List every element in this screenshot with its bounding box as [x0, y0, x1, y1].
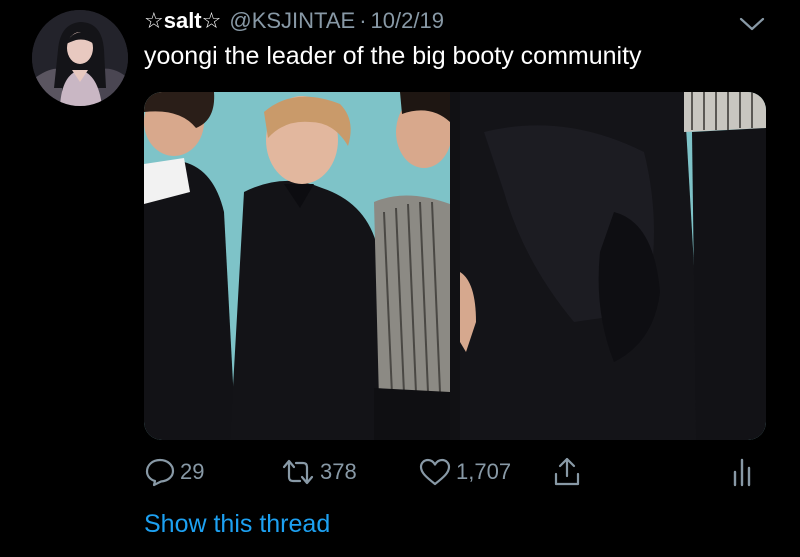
like-count: 1,707 [456, 459, 512, 484]
more-options-button[interactable] [738, 14, 766, 34]
heart-icon [419, 458, 451, 486]
display-name[interactable]: ☆salt☆ [144, 8, 221, 34]
retweet-icon [282, 459, 314, 485]
avatar-image [32, 10, 128, 106]
tweet-header: ☆salt☆ @KSJINTAE · 10/2/19 [144, 8, 444, 38]
share-icon [554, 457, 580, 486]
reply-count: 29 [180, 459, 205, 484]
reply-icon [145, 458, 175, 487]
photo-right [460, 92, 766, 440]
media-photos [144, 92, 766, 440]
like-button[interactable]: 1,707 [418, 452, 511, 492]
analytics-button[interactable] [730, 452, 756, 492]
reply-button[interactable]: 29 [144, 452, 204, 492]
analytics-icon [733, 458, 751, 487]
chevron-down-icon [739, 17, 765, 31]
show-thread-link[interactable]: Show this thread [144, 510, 330, 539]
separator-dot: · [359, 8, 367, 33]
user-handle[interactable]: @KSJINTAE [229, 8, 355, 34]
tweet-media[interactable] [144, 92, 766, 440]
retweet-count: 378 [320, 459, 357, 484]
photo-left [144, 92, 452, 440]
share-button[interactable] [552, 452, 582, 492]
tweet-text: yoongi the leader of the big booty commu… [144, 42, 642, 70]
tweet-actions: 29 378 1,707 [144, 452, 766, 492]
avatar[interactable] [32, 10, 128, 106]
tweet-date[interactable]: 10/2/19 [371, 8, 444, 34]
retweet-button[interactable]: 378 [280, 452, 357, 492]
